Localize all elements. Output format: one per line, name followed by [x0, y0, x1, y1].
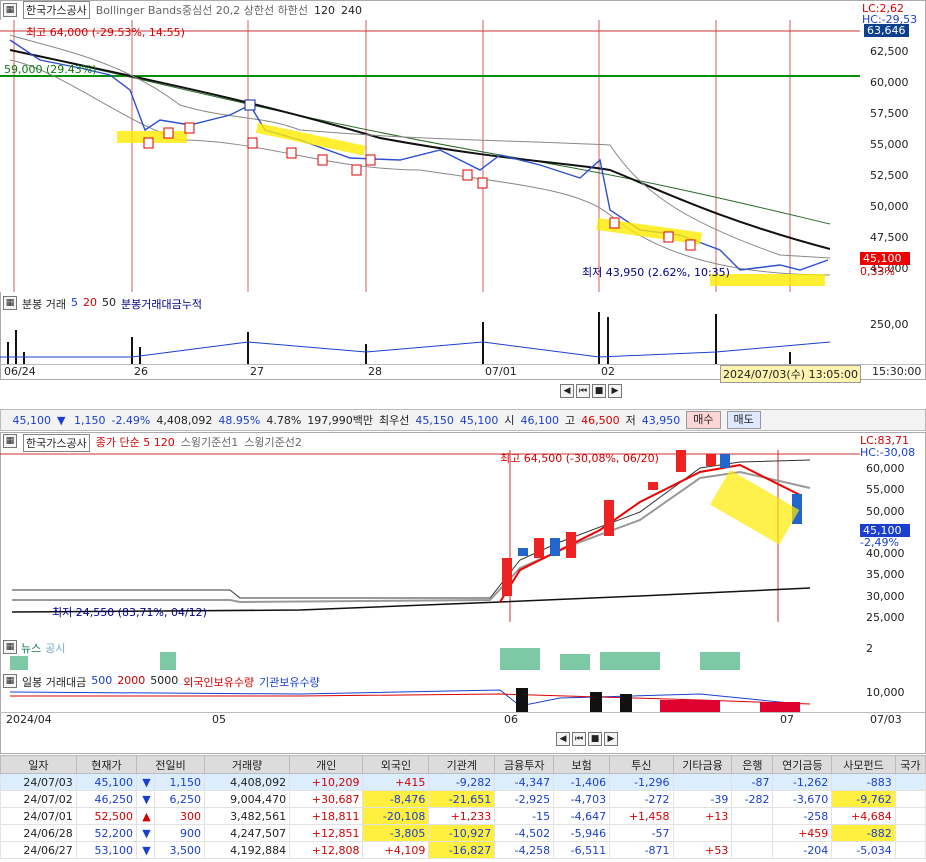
- quote-open: 46,100: [520, 413, 560, 427]
- current-pct: 0,33%: [860, 265, 895, 278]
- quote-foreign: 4.78%: [266, 413, 302, 427]
- investor-table: 일자 현재가 전일비 거래량 개인 외국인 기관계 금융투자 보험 투신 기타금융 은행 연기금…: [0, 755, 926, 859]
- table-row: 24/07/02 46,250 ▼ 6,250 9,004,470 +30,687 -8,4…: [0, 790, 926, 808]
- current-price-tag: 45,100: [860, 252, 910, 265]
- volume-tick: 250,00: [870, 318, 909, 331]
- daily-xaxis: 2024/04 05 06 07 07/03: [0, 712, 926, 728]
- quote-volume: 4,408,092: [156, 413, 213, 427]
- quote-arrow: ▼: [57, 413, 66, 427]
- sell-button[interactable]: 매도: [726, 411, 761, 429]
- grid-icon[interactable]: ▦: [3, 296, 17, 310]
- news-bars-svg: [10, 648, 740, 670]
- table-header: 일자 현재가 전일비 거래량 개인 외국인 기관계 금융투자 보험 투신 기타금융 은행 연기금…: [0, 755, 926, 774]
- bb-label: Bollinger Bands중심선 20,2 상한선 하한선: [95, 4, 308, 17]
- news-tick: 2: [866, 642, 873, 655]
- quote-ask: 45,150: [415, 413, 454, 427]
- high-note: 최고 64,000 (-29.53%, 14:55): [26, 26, 185, 39]
- sell-marker: [244, 99, 256, 111]
- daily-candles-svg: [0, 450, 860, 622]
- quote-amount: 197,990백만: [307, 414, 374, 427]
- daily-pct: -2,49%: [860, 536, 899, 549]
- daily-low-note: 최저 24,550 (83,71%, 04/12): [52, 606, 207, 619]
- ma240-label: 240: [340, 3, 362, 17]
- yaxis-top: 62,500 60,000 57,500 55,000 52,500 50,000 47,…: [870, 45, 909, 275]
- intraday-legend: ▦ 한국가스공사 Bollinger Bands중심선 20,2 상한선 하한선…: [3, 1, 362, 19]
- first-icon[interactable]: ⏮: [576, 384, 590, 398]
- grid-icon[interactable]: ▦: [3, 434, 17, 448]
- table-row: 24/07/03 45,100 ▼ 1,150 4,408,092 +10,209 +415…: [0, 773, 926, 791]
- next-icon[interactable]: ▶: [604, 732, 618, 746]
- price-chart-svg: [0, 20, 860, 292]
- quote-prio-label: 최우선: [379, 414, 410, 427]
- low-note: 최저 43,950 (2.62%, 10:35): [582, 266, 730, 279]
- quote-bar: 45,100 ▼ 1,150 -2.49% 4,408,092 48.95% 4…: [0, 409, 926, 431]
- table-row: 24/07/01 52,500 ▲ 300 3,482,561 +18,811 -20,10…: [0, 807, 926, 825]
- daily-high-note: 최고 64,500 (-30,08%, 06/20): [500, 452, 659, 465]
- stock-name: 한국가스공사: [23, 1, 90, 19]
- quote-price: 45,100: [12, 413, 52, 427]
- quote-ratio: 48.95%: [218, 413, 261, 427]
- volume-legend: ▦ 분봉 거래 5 20 50 분봉거래대금누적: [3, 296, 202, 312]
- daily-volume-svg: [9, 688, 811, 712]
- quote-change: 1,150: [73, 413, 106, 427]
- intraday-xaxis: 06/24 26 27 28 07/01 02 2024/07/03(수) 13:05…: [0, 364, 926, 383]
- table-row: 24/06/28 52,200 ▼ 900 4,247,507 +12,851 -3,805…: [0, 824, 926, 842]
- hline-note: 59,000 (29.43%): [4, 63, 97, 76]
- time-right: 15:30:00: [872, 365, 922, 378]
- stop-icon[interactable]: ■: [588, 732, 602, 746]
- prev-icon[interactable]: ◀: [556, 732, 570, 746]
- quote-low: 43,950: [641, 413, 681, 427]
- scroll-controls-daily[interactable]: ◀ ⏮ ■ ▶: [556, 732, 618, 746]
- grid-icon[interactable]: ▦: [3, 3, 17, 17]
- first-icon[interactable]: ⏮: [572, 732, 586, 746]
- scroll-controls-top[interactable]: ◀ ⏮ ■ ▶: [560, 384, 622, 398]
- stop-icon[interactable]: ■: [592, 384, 606, 398]
- cursor-time: 2024/07/03(수) 13:05:00: [720, 365, 862, 383]
- ma120-label: 120: [313, 3, 335, 17]
- quote-high: 46,500: [581, 413, 620, 427]
- quote-bid: 45,100: [459, 413, 499, 427]
- prev-icon[interactable]: ◀: [560, 384, 574, 398]
- intraday-volume-svg: [0, 312, 831, 364]
- table-row: 24/06/27 53,100 ▼ 3,500 4,192,884 +12,808 +4,1…: [0, 841, 926, 859]
- buy-button[interactable]: 매수: [686, 411, 721, 429]
- next-icon[interactable]: ▶: [608, 384, 622, 398]
- quote-pct: -2.49%: [111, 413, 151, 427]
- daily-volume-tick: 10,000: [866, 686, 905, 699]
